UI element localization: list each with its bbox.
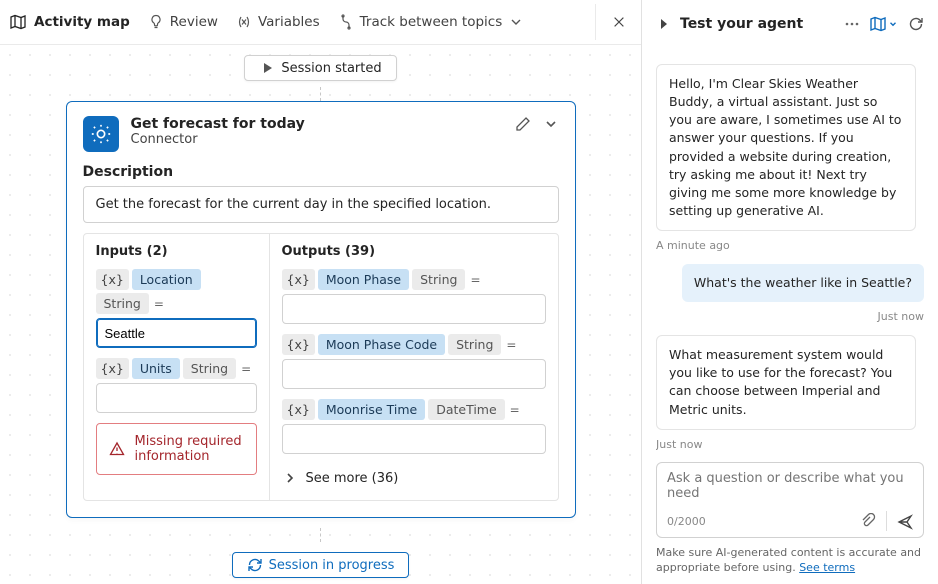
chat-input[interactable]	[667, 471, 913, 507]
variable-icon: {x}	[96, 358, 129, 379]
topbar-title-text: Activity map	[34, 14, 130, 30]
input-location-row: {x} Location String =	[96, 269, 257, 314]
see-terms-link[interactable]: See terms	[799, 561, 855, 574]
output-moonphase-label: Moon Phase	[318, 269, 409, 290]
edit-icon[interactable]	[515, 116, 531, 132]
timestamp-3: Just now	[656, 438, 924, 451]
outputs-heading: Outputs (39)	[282, 244, 546, 259]
description-heading: Description	[83, 164, 559, 180]
test-panel-title: Test your agent	[680, 16, 803, 32]
review-button[interactable]: Review	[148, 14, 218, 30]
test-panel-header: Test your agent	[656, 10, 924, 38]
chat-area: Hello, I'm Clear Skies Weather Buddy, a …	[656, 48, 924, 454]
user-message-1: What's the weather like in Seattle?	[682, 264, 924, 302]
missing-info-alert: Missing required information	[96, 423, 257, 475]
session-started-pill: Session started	[244, 55, 396, 81]
output-moonphase-type: String	[412, 269, 465, 290]
bulb-icon	[148, 14, 164, 30]
output-moonrise-field[interactable]	[282, 424, 546, 454]
chevron-right-icon	[282, 470, 298, 486]
footer-text: Make sure AI-generated content is accura…	[656, 546, 921, 574]
output-moonphase-field[interactable]	[282, 294, 546, 324]
output-moonrise-label: Moonrise Time	[318, 399, 425, 420]
variables-icon	[236, 14, 252, 30]
chat-composer: 0/2000	[656, 462, 924, 538]
output-moonphasecode-label: Moon Phase Code	[318, 334, 445, 355]
topbar: Activity map Review Variables Track betw…	[0, 0, 641, 45]
session-progress-label: Session in progress	[269, 558, 395, 573]
output-moonphasecode-row: {x} Moon Phase Code String =	[282, 334, 546, 355]
input-units-label: Units	[132, 358, 180, 379]
description-box: Get the forecast for the current day in …	[83, 186, 559, 223]
track-button[interactable]: Track between topics	[338, 14, 525, 30]
reload-icon[interactable]	[908, 16, 924, 32]
map-icon	[10, 14, 26, 30]
char-counter: 0/2000	[667, 515, 706, 528]
chevron-down-icon[interactable]	[543, 116, 559, 132]
see-more-label: See more (36)	[306, 471, 399, 486]
input-location-type: String	[96, 293, 149, 314]
map-toggle[interactable]	[870, 16, 898, 32]
inputs-column: Inputs (2) {x} Location String = {x} Uni…	[84, 234, 269, 500]
more-icon[interactable]	[844, 16, 860, 32]
review-label: Review	[170, 14, 218, 30]
input-units-field[interactable]	[96, 383, 257, 413]
track-label: Track between topics	[360, 14, 503, 30]
attach-icon[interactable]	[860, 513, 876, 529]
footer-note: Make sure AI-generated content is accura…	[656, 546, 924, 576]
output-moonrise-row: {x} Moonrise Time DateTime =	[282, 399, 546, 420]
see-more-outputs[interactable]: See more (36)	[282, 470, 546, 486]
send-icon[interactable]	[897, 513, 913, 529]
alert-text: Missing required information	[135, 434, 244, 464]
variable-icon: {x}	[282, 399, 315, 420]
card-title: Get forecast for today	[131, 116, 305, 132]
session-in-progress-pill: Session in progress	[232, 552, 410, 578]
variable-icon: {x}	[282, 269, 315, 290]
output-moonrise-type: DateTime	[428, 399, 504, 420]
timestamp-1: A minute ago	[656, 239, 924, 252]
connector-card: Get forecast for today Connector Descrip…	[66, 101, 576, 518]
caret-right-icon[interactable]	[656, 16, 672, 32]
variables-button[interactable]: Variables	[236, 14, 320, 30]
output-moonphase-row: {x} Moon Phase String =	[282, 269, 546, 290]
inputs-heading: Inputs (2)	[96, 244, 257, 259]
session-started-label: Session started	[281, 61, 381, 76]
bot-message-1: Hello, I'm Clear Skies Weather Buddy, a …	[656, 64, 916, 231]
refresh-icon	[247, 557, 263, 573]
output-moonphasecode-type: String	[448, 334, 501, 355]
input-units-type: String	[183, 358, 236, 379]
input-location-label: Location	[132, 269, 201, 290]
close-button[interactable]	[595, 4, 631, 40]
variables-label: Variables	[258, 14, 320, 30]
warning-icon	[109, 441, 125, 457]
weather-icon	[83, 116, 119, 152]
play-icon	[259, 60, 275, 76]
chevron-down-icon	[508, 14, 524, 30]
output-moonphasecode-field[interactable]	[282, 359, 546, 389]
variable-icon: {x}	[96, 269, 129, 290]
timestamp-2: Just now	[878, 310, 924, 323]
variable-icon: {x}	[282, 334, 315, 355]
bot-message-2: What measurement system would you like t…	[656, 335, 916, 430]
outputs-column: Outputs (39) {x} Moon Phase String = {x}…	[269, 234, 558, 500]
input-location-field[interactable]	[96, 318, 257, 348]
activity-map-title: Activity map	[10, 14, 130, 30]
track-icon	[338, 14, 354, 30]
input-units-row: {x} Units String =	[96, 358, 257, 379]
card-subtitle: Connector	[131, 132, 305, 147]
